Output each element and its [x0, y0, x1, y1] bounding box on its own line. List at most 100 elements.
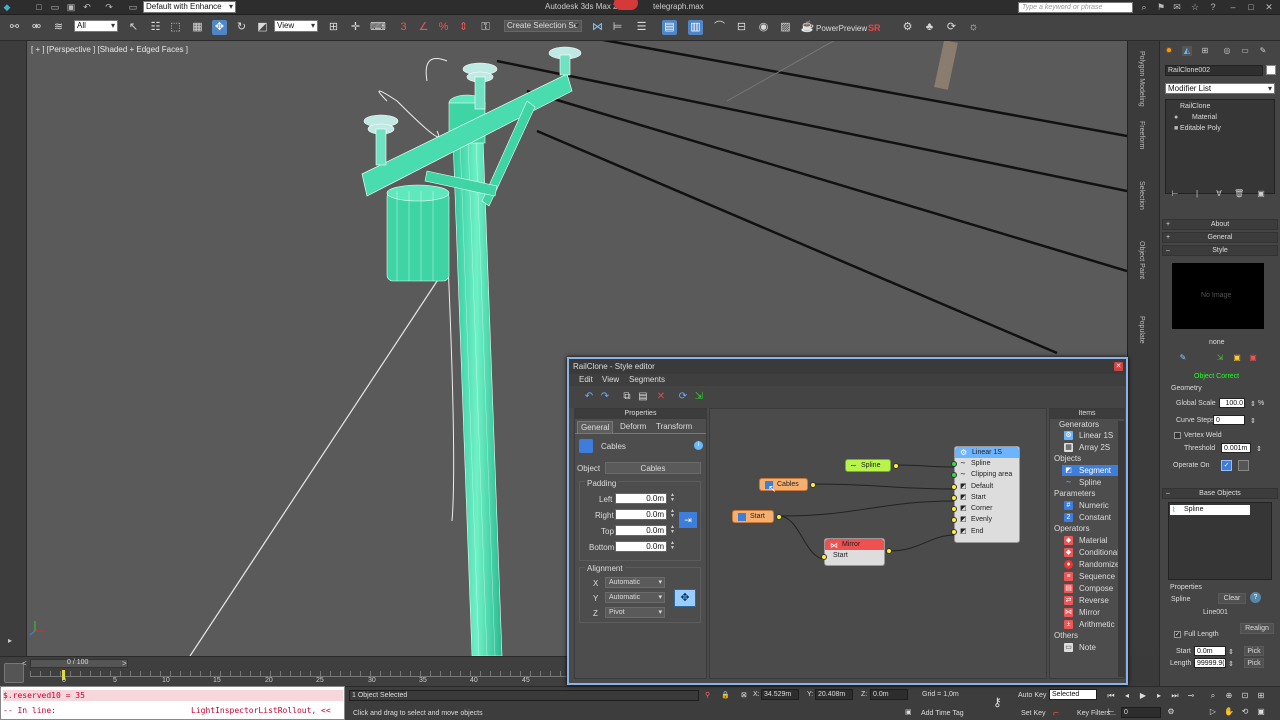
spinner-icon[interactable]: ⇕ — [1250, 400, 1256, 408]
tab-freeform[interactable]: Freeform — [1138, 121, 1145, 149]
maximize-viewport-icon[interactable]: ▣ — [1255, 706, 1267, 717]
port-dot[interactable] — [951, 528, 957, 535]
mini-listener-icon[interactable] — [4, 663, 24, 683]
node-start[interactable]: Start — [732, 510, 782, 523]
spinner-icon[interactable]: ▲ ▼ — [669, 509, 676, 520]
mirror-output-port[interactable] — [886, 548, 892, 554]
viewport-label[interactable]: [ + ] [Perspective ] [Shaded + Edged Fac… — [31, 45, 188, 54]
fov-icon[interactable]: ▷ — [1207, 706, 1219, 717]
rollout-style[interactable]: – Style — [1162, 245, 1278, 256]
schematic-view-icon[interactable]: ⊟ — [734, 20, 749, 35]
close-window-icon[interactable]: ✕ — [1264, 2, 1274, 12]
port-dot[interactable] — [951, 506, 957, 513]
node-mirror[interactable]: Mirror ⋈ Start — [821, 538, 892, 566]
app-logo-icon[interactable]: ◆ — [2, 2, 12, 12]
tab-polygon-modeling[interactable]: Polygon Modeling — [1138, 51, 1145, 107]
item-sequence[interactable]: ≡ Sequence — [1062, 571, 1124, 582]
refresh-tool-icon[interactable]: ⟳ — [944, 20, 959, 35]
node-spline[interactable]: Spline ∼ — [845, 459, 899, 472]
port-dot[interactable] — [951, 517, 957, 524]
zoom-extents-all-icon[interactable]: ⊞ — [1255, 690, 1267, 701]
global-scale-input[interactable]: 100.0 — [1219, 398, 1245, 408]
pin-stack-icon[interactable]: ⊢ — [1170, 189, 1180, 199]
new-file-icon[interactable]: □ — [34, 2, 44, 12]
length-pick-button[interactable]: Pick — [1244, 658, 1264, 668]
link-icon[interactable]: ⚯ — [7, 20, 22, 35]
pan-icon[interactable]: ✋ — [1223, 706, 1235, 717]
port-dot[interactable] — [951, 472, 957, 479]
refresh-icon[interactable]: ⟳ — [677, 391, 689, 403]
hierarchy-tab-icon[interactable]: ⊞ — [1200, 46, 1210, 56]
editor-title[interactable]: RailClone - Style editor — [569, 359, 1126, 374]
paste-icon[interactable]: ▤ — [637, 391, 649, 403]
time-tag-icon[interactable]: ▣ — [905, 708, 912, 716]
auto-key-button[interactable]: Auto Key — [1018, 692, 1046, 699]
copy-icon[interactable]: ⧉ — [621, 391, 633, 403]
rollout-general[interactable]: + General — [1162, 232, 1278, 243]
named-selection-dropdown[interactable]: Create Selection Se — [504, 20, 582, 32]
zoom-all-icon[interactable]: ⊕ — [1223, 690, 1235, 701]
style-edit-icon[interactable]: ✎ — [1178, 353, 1188, 363]
tab-transform[interactable]: Transform — [653, 421, 695, 433]
material-editor-icon[interactable]: ◉ — [756, 20, 771, 35]
expand-arrow-icon[interactable]: ▸ — [8, 636, 12, 645]
style-save-icon[interactable]: ▣ — [1232, 353, 1242, 363]
menu-edit[interactable]: Edit — [579, 375, 593, 384]
spinner-icon[interactable]: ⇕ — [1228, 660, 1234, 668]
lightbulb-small-icon[interactable]: ● — [1174, 114, 1178, 121]
item-reverse[interactable]: ⇄ Reverse — [1062, 595, 1124, 606]
z-coordinate[interactable]: 0.0m — [870, 689, 908, 700]
track-bar[interactable] — [30, 671, 568, 677]
padding-left-input[interactable]: 0.0m — [615, 493, 667, 504]
selection-lock-icon[interactable]: 🔒 — [721, 691, 730, 699]
full-length-checkbox[interactable]: ✓ — [1174, 631, 1181, 638]
next-key-icon[interactable]: ▸ — [1153, 690, 1165, 701]
zoom-icon[interactable]: ⌕ — [1207, 690, 1219, 701]
align-x-dropdown[interactable]: Automatic — [605, 577, 665, 588]
padding-right-input[interactable]: 0.0m — [615, 509, 667, 520]
spinner-icon[interactable]: ▲ ▼ — [669, 525, 676, 536]
play-icon[interactable]: ▶ — [1137, 690, 1149, 701]
spinner-snap-icon[interactable]: ⇕ — [456, 20, 471, 35]
next-frame-icon[interactable]: > — [122, 659, 127, 668]
select-and-scale-icon[interactable]: ◩ — [255, 20, 270, 35]
current-frame-input[interactable]: 0 — [1121, 707, 1161, 718]
undo-icon[interactable]: ↶ — [583, 391, 595, 403]
export-icon[interactable]: ⇲ — [693, 391, 705, 403]
alignment-preview-icon[interactable]: ✥ — [674, 589, 696, 607]
item-compose[interactable]: ▤ Compose — [1062, 583, 1124, 594]
utilities-tab-icon[interactable]: ✎ — [1258, 46, 1268, 56]
select-and-rotate-icon[interactable]: ↻ — [234, 20, 249, 35]
favorites-icon[interactable]: ☆ — [1190, 2, 1200, 12]
maxscript-line-2[interactable]: -- In line: LightInspectorListRollout, <… — [3, 705, 343, 716]
editor-close-icon[interactable]: ✕ — [1114, 362, 1123, 371]
power-preview-button[interactable]: PowerPreview — [816, 24, 867, 33]
stack-item-railclone[interactable]: RailClone — [1180, 103, 1210, 110]
select-by-name-icon[interactable]: ☷ — [148, 20, 163, 35]
item-segment[interactable]: ◩ Segment — [1062, 465, 1124, 476]
base-object-item[interactable]: ⌇ Spline — [1170, 505, 1250, 515]
angle-snap-icon[interactable]: ∠ — [416, 20, 431, 35]
rollout-base-objects[interactable]: – Base Objects — [1162, 488, 1278, 499]
stack-square-icon[interactable]: ■ — [1174, 125, 1178, 132]
object-name-field[interactable]: RailClone002 — [1165, 65, 1263, 76]
item-conditional[interactable]: ◆ Conditional — [1062, 547, 1124, 558]
length-input[interactable]: 99999.9( — [1194, 658, 1226, 668]
y-coordinate[interactable]: 20.408m — [815, 689, 853, 700]
key-mode-toggle-icon[interactable]: ⊸ — [1185, 690, 1197, 701]
key-step-icon[interactable]: ⊢ — [1105, 706, 1117, 717]
operate-on-mesh-icon[interactable]: ✓ — [1221, 460, 1232, 471]
object-pick-button[interactable]: Cables — [605, 462, 701, 474]
spinner-icon[interactable]: ⇕ — [1250, 417, 1256, 425]
spinner-icon[interactable]: ▲ ▼ — [669, 541, 676, 552]
operate-on-poly-icon[interactable] — [1238, 460, 1249, 471]
align-y-dropdown[interactable]: Automatic — [605, 592, 665, 603]
linear-port-clipping[interactable]: ∼ Clipping area — [951, 469, 1019, 480]
snap-toggle-icon[interactable]: 3 — [396, 20, 411, 35]
help-small-icon[interactable]: ? — [1250, 592, 1261, 603]
display-tab-icon[interactable]: ▭ — [1240, 46, 1250, 56]
unlink-icon[interactable]: ⚮ — [29, 20, 44, 35]
clear-button[interactable]: Clear — [1218, 593, 1246, 604]
subscription-icon[interactable]: ⚑ — [1156, 2, 1166, 12]
realign-button[interactable]: Realign — [1240, 623, 1274, 634]
